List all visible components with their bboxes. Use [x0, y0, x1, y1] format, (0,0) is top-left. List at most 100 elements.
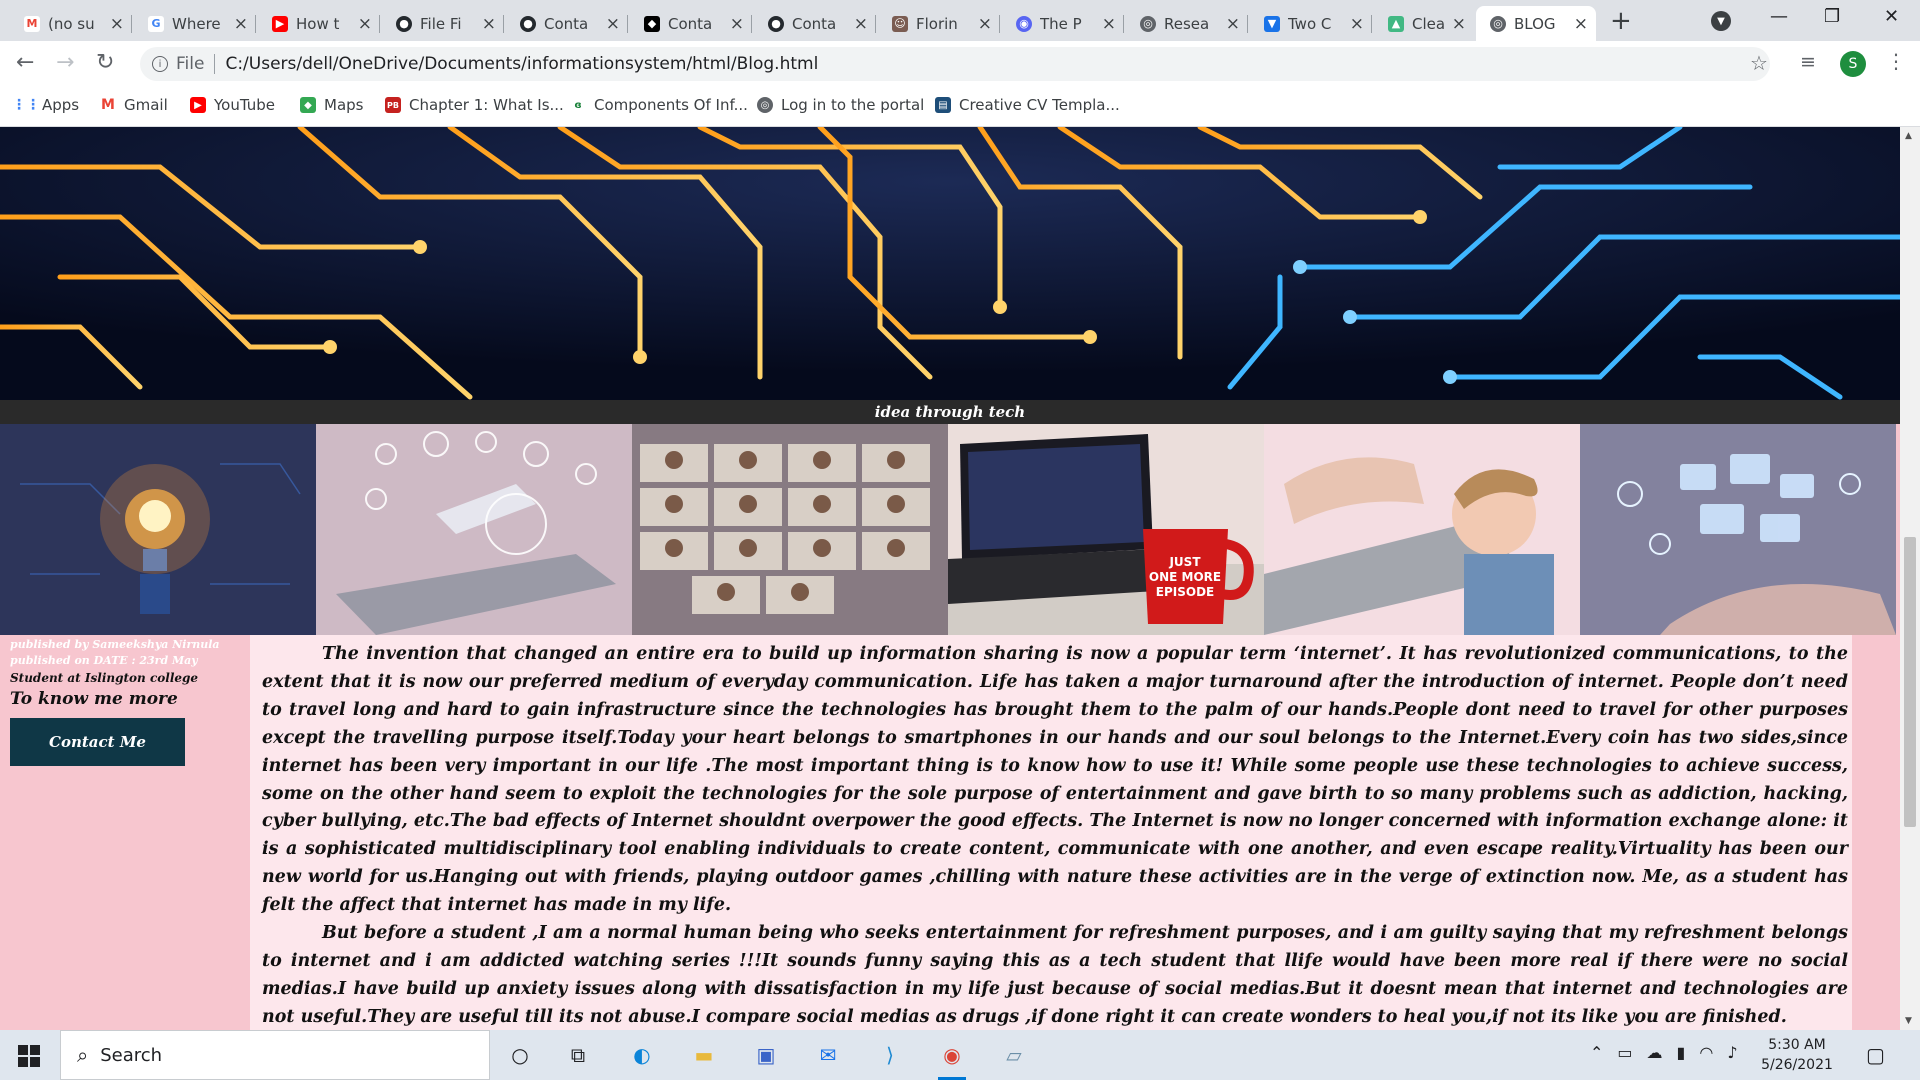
- close-icon[interactable]: ×: [1350, 14, 1364, 34]
- article-paragraph: The invention that changed an entire era…: [262, 644, 1848, 916]
- onedrive-cloud-icon[interactable]: ☁: [1647, 1043, 1663, 1062]
- bookmark-components[interactable]: ɞ Components Of Inf...: [570, 96, 748, 114]
- notification-center-icon[interactable]: ▢: [1866, 1043, 1885, 1067]
- tab[interactable]: ◆ Conta ×: [630, 6, 752, 41]
- tab[interactable]: ▲ Clean ×: [1374, 6, 1474, 41]
- bookmark-portal[interactable]: ◎ Log in to the portal: [757, 96, 924, 114]
- apps-grid-icon: ⋮⋮: [12, 97, 40, 113]
- tech-hologram-image: [1580, 424, 1896, 635]
- chrome-icon[interactable]: ◉: [934, 1038, 970, 1080]
- bookmark-label: Maps: [324, 96, 364, 114]
- laptop-mug-image: JUST ONE MORE EPISODE: [948, 424, 1264, 635]
- know-more-heading: To know me more: [10, 689, 178, 709]
- tab[interactable]: G Where ×: [134, 6, 256, 41]
- tagline-bar: idea through tech: [0, 400, 1900, 424]
- close-icon[interactable]: ×: [730, 14, 744, 34]
- tab[interactable]: ☺ Florin ×: [878, 6, 1000, 41]
- clock-time: 5:30 AM: [1768, 1037, 1826, 1053]
- tab-search-icon[interactable]: ▼: [1711, 11, 1731, 31]
- vscode-icon[interactable]: ⟩: [872, 1038, 908, 1072]
- forward-arrow-icon[interactable]: →: [56, 50, 74, 75]
- github-icon: ●: [396, 15, 412, 32]
- tab-active[interactable]: ◎ BLOG ×: [1476, 6, 1596, 41]
- url-scheme: File: [176, 54, 205, 74]
- cortana-icon[interactable]: ○: [502, 1038, 538, 1072]
- taskbar-clock[interactable]: 5:30 AM 5/26/2021: [1752, 1035, 1842, 1075]
- close-icon[interactable]: ×: [110, 14, 124, 34]
- browser-toolbar: ← → ↻ i File C:/Users/dell/OneDrive/Docu…: [0, 41, 1920, 87]
- bookmark-maps[interactable]: ◆ Maps: [300, 96, 363, 114]
- youtube-icon: ▶: [272, 15, 288, 32]
- article-paragraph: But before a student ,I am a normal huma…: [262, 923, 1848, 1027]
- address-bar[interactable]: i File C:/Users/dell/OneDrive/Documents/…: [140, 47, 1770, 81]
- notepad-icon[interactable]: ▱: [996, 1038, 1032, 1072]
- kebab-menu-icon[interactable]: ⋮: [1886, 49, 1906, 73]
- tab[interactable]: ▶ How t ×: [258, 6, 380, 41]
- profile-avatar[interactable]: S: [1840, 51, 1866, 77]
- device-icon[interactable]: ▭: [1617, 1043, 1632, 1062]
- tab[interactable]: ● Conta ×: [506, 6, 628, 41]
- codepen-icon: ◆: [644, 15, 660, 32]
- bookmark-cv[interactable]: ▤ Creative CV Templa...: [935, 96, 1120, 114]
- close-icon[interactable]: ×: [606, 14, 620, 34]
- page-viewport: idea through tech JUST ONE MORE EPISODE …: [0, 127, 1900, 1030]
- close-icon[interactable]: ×: [854, 14, 868, 34]
- mail-icon[interactable]: ✉: [810, 1038, 846, 1072]
- tab[interactable]: ● File Fi ×: [382, 6, 504, 41]
- tab-title: BLOG: [1514, 14, 1556, 33]
- scroll-thumb[interactable]: [1904, 537, 1916, 827]
- wifi-icon[interactable]: ◠: [1699, 1043, 1713, 1062]
- globe-icon: ◎: [1140, 15, 1156, 32]
- tab[interactable]: ▼ Two C ×: [1250, 6, 1372, 41]
- bookmark-apps[interactable]: ⋮⋮ Apps: [12, 96, 79, 114]
- store-icon[interactable]: ▣: [748, 1038, 784, 1072]
- close-icon[interactable]: ×: [1452, 14, 1466, 34]
- close-icon[interactable]: ×: [1574, 14, 1588, 34]
- bookmark-chapter1[interactable]: PB Chapter 1: What Is...: [385, 96, 564, 114]
- close-icon[interactable]: ×: [978, 14, 992, 34]
- windows-taskbar: ⌕ Search ○ ⧉ ◐ ▬ ▣ ✉ ⟩ ◉ ▱ ⌃ ▭ ☁ ▮ ◠ ♪ 5…: [0, 1030, 1920, 1080]
- url-text[interactable]: C:/Users/dell/OneDrive/Documents/informa…: [225, 54, 818, 74]
- close-icon[interactable]: ×: [234, 14, 248, 34]
- reading-list-icon[interactable]: ≡: [1800, 51, 1816, 73]
- github-icon: ●: [520, 15, 536, 32]
- new-tab-button[interactable]: +: [1610, 6, 1632, 36]
- volume-icon[interactable]: ♪: [1727, 1043, 1737, 1062]
- close-icon[interactable]: ×: [1226, 14, 1240, 34]
- star-icon[interactable]: ☆: [1750, 51, 1768, 75]
- close-icon[interactable]: ×: [358, 14, 372, 34]
- bookmark-gmail[interactable]: M Gmail: [100, 96, 168, 114]
- hero-circuit-image: [0, 127, 1900, 400]
- close-icon[interactable]: ×: [1102, 14, 1116, 34]
- edge-icon[interactable]: ◐: [624, 1038, 660, 1072]
- tab-title: The P: [1040, 14, 1082, 33]
- google-icon: G: [148, 15, 164, 32]
- search-placeholder: Search: [100, 1044, 163, 1066]
- window-close-button[interactable]: ✕: [1884, 6, 1899, 27]
- close-icon[interactable]: ×: [482, 14, 496, 34]
- blog-article: The invention that changed an entire era…: [250, 635, 1852, 1030]
- file-explorer-icon[interactable]: ▬: [686, 1038, 722, 1072]
- pb-icon: PB: [385, 97, 401, 113]
- taskbar-search-box[interactable]: ⌕ Search: [60, 1030, 490, 1080]
- bookmark-label: Chapter 1: What Is...: [409, 96, 564, 114]
- info-icon[interactable]: i: [152, 56, 168, 72]
- back-arrow-icon[interactable]: ←: [16, 50, 34, 75]
- tab[interactable]: ● Conta ×: [754, 6, 876, 41]
- bookmark-youtube[interactable]: ▶ YouTube: [190, 96, 275, 114]
- page-scrollbar[interactable]: ▲ ▼: [1900, 127, 1920, 1030]
- scroll-up-arrow-icon[interactable]: ▲: [1905, 131, 1912, 141]
- clock-date: 5/26/2021: [1761, 1057, 1833, 1073]
- contact-me-button[interactable]: Contact Me: [10, 718, 185, 766]
- tab[interactable]: ◎ Resea ×: [1126, 6, 1248, 41]
- minimize-button[interactable]: —: [1770, 6, 1788, 27]
- tab[interactable]: M (no su ×: [10, 6, 132, 41]
- chevron-up-icon[interactable]: ⌃: [1590, 1043, 1603, 1062]
- task-view-icon[interactable]: ⧉: [560, 1038, 596, 1072]
- reload-icon[interactable]: ↻: [96, 50, 114, 75]
- maximize-button[interactable]: ❐: [1824, 6, 1840, 27]
- tab[interactable]: ◉ The P ×: [1002, 6, 1124, 41]
- battery-icon[interactable]: ▮: [1677, 1043, 1686, 1062]
- scroll-down-arrow-icon[interactable]: ▼: [1905, 1016, 1912, 1026]
- windows-start-icon[interactable]: [18, 1045, 40, 1067]
